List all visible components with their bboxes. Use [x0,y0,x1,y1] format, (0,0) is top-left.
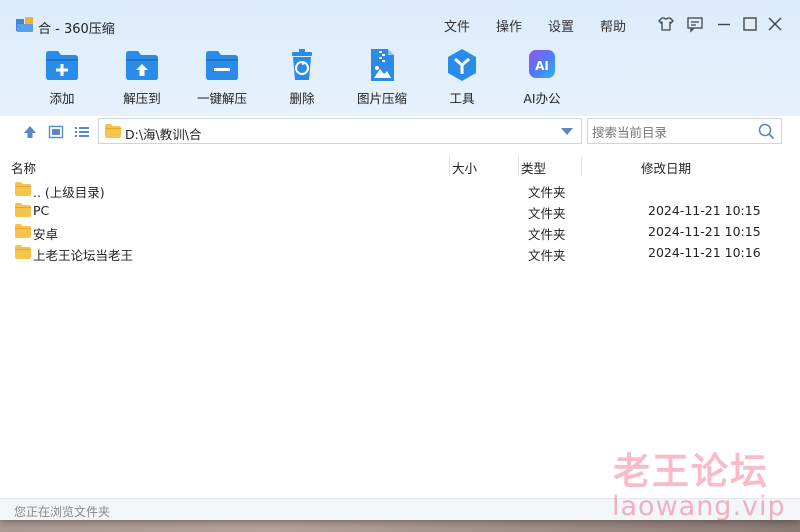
add-button[interactable]: 添加 [22,48,102,110]
extract-to-label: 解压到 [123,91,161,106]
address-bar[interactable]: D:\海\教训\合 [98,118,582,144]
file-date: 2024-11-21 10:15 [648,224,761,239]
image-compress-button[interactable]: 图片压缩 [342,48,422,110]
menu-help[interactable]: 帮助 [600,16,626,35]
address-path: D:\海\教训\合 [125,127,202,142]
tools-icon [448,49,476,81]
file-name: 上老王论坛当老王 [33,248,134,263]
list-view-icon[interactable] [74,124,90,140]
delete-button[interactable]: 删除 [262,48,342,110]
skin-icon[interactable] [657,15,675,33]
menu-operate[interactable]: 操作 [496,16,522,35]
close-icon[interactable] [766,15,784,33]
maximize-icon[interactable] [741,15,759,33]
search-icon[interactable] [758,123,775,140]
menu-settings[interactable]: 设置 [548,16,574,35]
file-row[interactable]: 上老王论坛当老王 文件夹 2024-11-21 10:16 [0,243,800,264]
file-type: 文件夹 [528,206,566,221]
window-title: 合 - 360压缩 [38,22,115,37]
ai-office-button[interactable]: AI AI办公 [502,48,582,110]
file-name: 安卓 [33,227,59,242]
watermark-url: laowang.vip [612,491,786,522]
feedback-icon[interactable] [686,15,704,33]
file-row[interactable]: 安卓 文件夹 2024-11-21 10:15 [0,222,800,243]
menu-file[interactable]: 文件 [444,16,470,35]
tools-button[interactable]: 工具 [422,48,502,110]
title-and-toolbar-area: 合 - 360压缩 文件 操作 设置 帮助 添加 解压到 一键解压 删除 图片压… [0,0,800,116]
address-dropdown-icon[interactable] [561,128,573,135]
file-date: 2024-11-21 10:15 [648,203,761,218]
folder-icon [15,203,31,217]
ai-badge-text: AI [535,59,549,73]
image-compress-label: 图片压缩 [356,91,407,106]
column-divider[interactable] [449,156,450,176]
ai-office-icon: AI [529,50,555,78]
search-box [587,118,782,144]
delete-label: 删除 [289,91,315,106]
file-row-parent[interactable]: .. (上级目录) 文件夹 [0,180,800,201]
ai-office-label: AI办公 [523,91,561,106]
search-input[interactable] [590,122,754,142]
file-name: PC [33,203,50,218]
folder-icon [15,182,31,196]
tools-label: 工具 [449,91,475,106]
file-type: 文件夹 [528,227,566,242]
folder-icon [15,245,31,259]
delete-icon [292,49,312,80]
column-header-type[interactable]: 类型 [521,158,546,176]
column-divider[interactable] [518,156,519,176]
one-click-extract-label: 一键解压 [196,91,247,106]
watermark-title: 老王论坛 [613,450,769,493]
up-directory-icon[interactable] [22,124,38,140]
minimize-icon[interactable] [715,15,733,33]
file-date: 2024-11-21 10:16 [648,245,761,260]
file-type: 文件夹 [528,248,566,263]
add-label: 添加 [49,91,75,106]
add-icon [46,51,78,80]
thumbnail-view-icon[interactable] [48,124,64,140]
column-divider[interactable] [581,156,582,176]
one-click-extract-button[interactable]: 一键解压 [182,48,262,110]
image-compress-icon [371,49,394,81]
folder-icon [15,224,31,238]
file-row[interactable]: PC 文件夹 2024-11-21 10:15 [0,201,800,222]
app-logo-icon [16,17,33,32]
column-header-name[interactable]: 名称 [11,158,36,176]
extract-to-button[interactable]: 解压到 [102,48,182,110]
one-click-extract-icon [206,51,238,80]
file-type: 文件夹 [528,185,566,200]
column-header-date[interactable]: 修改日期 [641,158,691,176]
column-header-size[interactable]: 大小 [452,158,477,176]
folder-icon [105,124,121,138]
status-text: 您正在浏览文件夹 [14,505,111,519]
extract-to-icon [126,51,158,80]
file-name: .. (上级目录) [33,185,105,200]
